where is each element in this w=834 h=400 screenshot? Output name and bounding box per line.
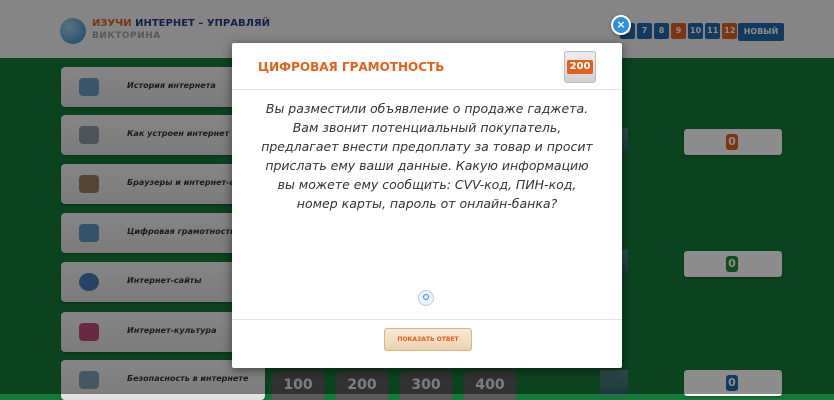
divider	[232, 89, 622, 90]
question-modal: ЦИФРОВАЯ ГРАМОТНОСТЬ 200 Вы разместили о…	[232, 43, 622, 368]
points-value: 200	[567, 60, 593, 74]
question-text: Вы разместили объявление о продаже гадже…	[261, 101, 593, 211]
timer-icon	[418, 290, 434, 306]
points-badge: 200	[564, 51, 596, 83]
close-icon[interactable]: ×	[611, 15, 631, 35]
modal-title: ЦИФРОВАЯ ГРАМОТНОСТЬ	[258, 60, 445, 74]
divider	[232, 319, 622, 320]
show-answer-button[interactable]: ПОКАЗАТЬ ОТВЕТ	[384, 328, 472, 351]
